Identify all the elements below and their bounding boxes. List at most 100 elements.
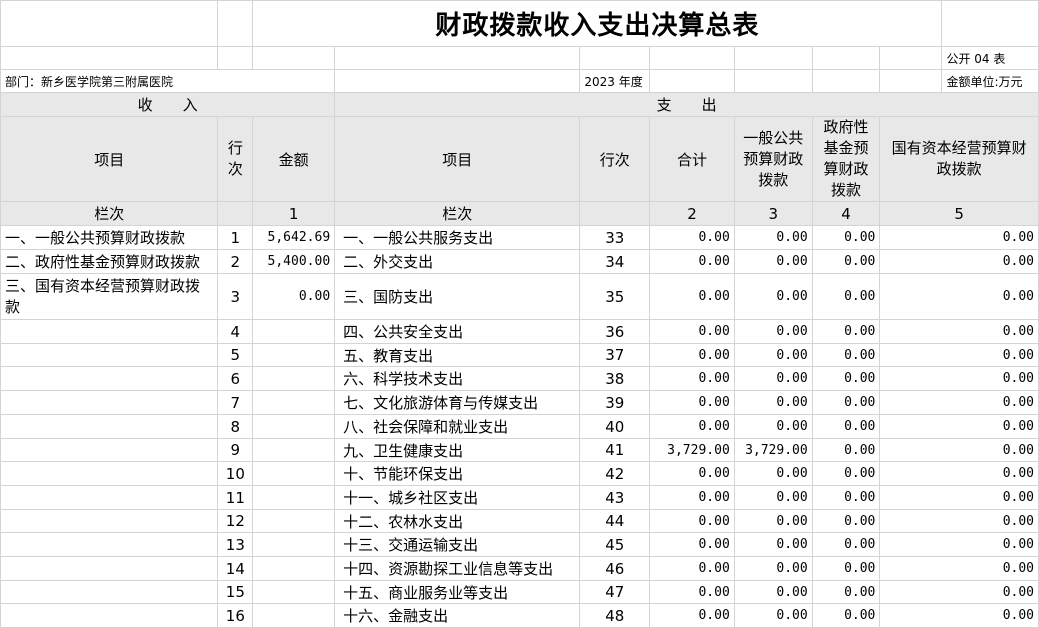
income-item: 一、一般公共预算财政拨款 [0,225,219,250]
state-capital-amount: 0.00 [879,273,1039,320]
gov-fund-amount: 0.00 [811,414,881,439]
total-amount: 0.00 [649,603,735,628]
expense-item: 十一、城乡社区支出 [334,485,581,510]
income-item [0,485,219,510]
income-amount [252,485,336,510]
income-header: 收 入 [0,92,336,117]
form-code: 公开 04 表 [941,46,1039,70]
income-row-no: 1 [217,225,254,250]
state-capital-amount: 0.00 [879,414,1039,439]
income-amount [252,580,336,604]
general-budget-amount: 0.00 [733,366,813,391]
gov-fund-amount: 0.00 [811,366,881,391]
expense-row-no: 41 [579,438,651,462]
gov-fund-amount: 0.00 [811,556,881,581]
table-row: 二、政府性基金预算财政拨款 2 5,400.00 二、外交支出 34 0.00 0.00 0.… [0,249,1039,274]
income-amount [252,532,336,557]
column-index-4: 4 [811,201,881,226]
table-row: 15 十五、商业服务业等支出 47 0.00 0.00 0.00 0.00 [0,580,1039,604]
income-item [0,390,219,415]
expense-row-no: 46 [579,556,651,581]
expense-item-header: 项目 [334,116,581,202]
gov-fund-amount: 0.00 [811,461,881,486]
state-capital-amount: 0.00 [879,556,1039,581]
table-row: 8 八、社会保障和就业支出 40 0.00 0.00 0.00 0.00 [0,414,1039,439]
table-row: 14 十四、资源勘探工业信息等支出 46 0.00 0.00 0.00 0.00 [0,556,1039,581]
state-capital-amount: 0.00 [879,580,1039,604]
total-amount: 0.00 [649,343,735,367]
expense-item: 十、节能环保支出 [334,461,581,486]
column-index-label: 栏次 [0,201,219,226]
state-capital-amount: 0.00 [879,603,1039,628]
expense-row-no: 39 [579,390,651,415]
income-item [0,580,219,604]
total-amount: 0.00 [649,225,735,250]
income-item [0,438,219,462]
income-row-no: 6 [217,366,254,391]
gov-fund-amount: 0.00 [811,343,881,367]
state-capital-amount: 0.00 [879,225,1039,250]
gov-fund-header: 政府性基金预算财政拨款 [811,116,881,202]
general-budget-amount: 0.00 [733,603,813,628]
income-row-no: 8 [217,414,254,439]
income-amount [252,461,336,486]
table-row: 一、一般公共预算财政拨款 1 5,642.69 一、一般公共服务支出 33 0.00 0.0… [0,225,1039,250]
general-budget-amount: 0.00 [733,580,813,604]
table-row: 9 九、卫生健康支出 41 3,729.00 3,729.00 0.00 0.00 [0,438,1039,462]
table-row: 7 七、文化旅游体育与传媒支出 39 0.00 0.00 0.00 0.00 [0,390,1039,415]
general-budget-amount: 0.00 [733,343,813,367]
general-budget-amount: 0.00 [733,461,813,486]
expense-row-no: 48 [579,603,651,628]
income-row-no: 2 [217,249,254,274]
expense-row-no: 38 [579,366,651,391]
income-row-no: 12 [217,509,254,533]
income-item [0,366,219,391]
column-index-1: 1 [252,201,336,226]
table-row: 6 六、科学技术支出 38 0.00 0.00 0.00 0.00 [0,366,1039,391]
fiscal-summary-table: 财政拨款收入支出决算总表 公开 04 表 部门：新乡医学院第三附属医院 2023… [0,0,1039,628]
total-amount: 0.00 [649,249,735,274]
income-item [0,603,219,628]
total-amount: 0.00 [649,273,735,320]
income-amount [252,556,336,581]
expense-row-no: 43 [579,485,651,510]
expense-item: 三、国防支出 [334,273,581,320]
income-amount [252,414,336,439]
expense-row-no-header: 行次 [579,116,651,202]
income-amount-header: 金额 [252,116,336,202]
income-amount [252,438,336,462]
total-amount: 0.00 [649,366,735,391]
expense-item: 十二、农林水支出 [334,509,581,533]
expense-item: 十四、资源勘探工业信息等支出 [334,556,581,581]
income-amount [252,343,336,367]
total-amount: 0.00 [649,580,735,604]
expense-item: 九、卫生健康支出 [334,438,581,462]
general-budget-amount: 0.00 [733,249,813,274]
expense-item: 四、公共安全支出 [334,319,581,344]
income-amount [252,319,336,344]
state-capital-amount: 0.00 [879,249,1039,274]
income-row-no: 15 [217,580,254,604]
total-amount: 3,729.00 [649,438,735,462]
expense-row-no: 45 [579,532,651,557]
state-capital-amount: 0.00 [879,509,1039,533]
general-budget-amount: 0.00 [733,414,813,439]
total-amount: 0.00 [649,390,735,415]
total-amount: 0.00 [649,461,735,486]
gov-fund-amount: 0.00 [811,580,881,604]
general-budget-amount: 0.00 [733,485,813,510]
table-row: 16 十六、金融支出 48 0.00 0.00 0.00 0.00 [0,603,1039,628]
expense-item: 八、社会保障和就业支出 [334,414,581,439]
expense-item: 十五、商业服务业等支出 [334,580,581,604]
income-row-no: 11 [217,485,254,510]
gov-fund-amount: 0.00 [811,509,881,533]
state-capital-amount: 0.00 [879,532,1039,557]
income-row-no: 14 [217,556,254,581]
general-budget-amount: 0.00 [733,509,813,533]
page-title: 财政拨款收入支出决算总表 [252,0,943,47]
income-item-header: 项目 [0,116,219,202]
expense-item: 十三、交通运输支出 [334,532,581,557]
column-index-label-expense: 栏次 [334,201,581,226]
total-amount: 0.00 [649,556,735,581]
general-budget-amount: 0.00 [733,556,813,581]
